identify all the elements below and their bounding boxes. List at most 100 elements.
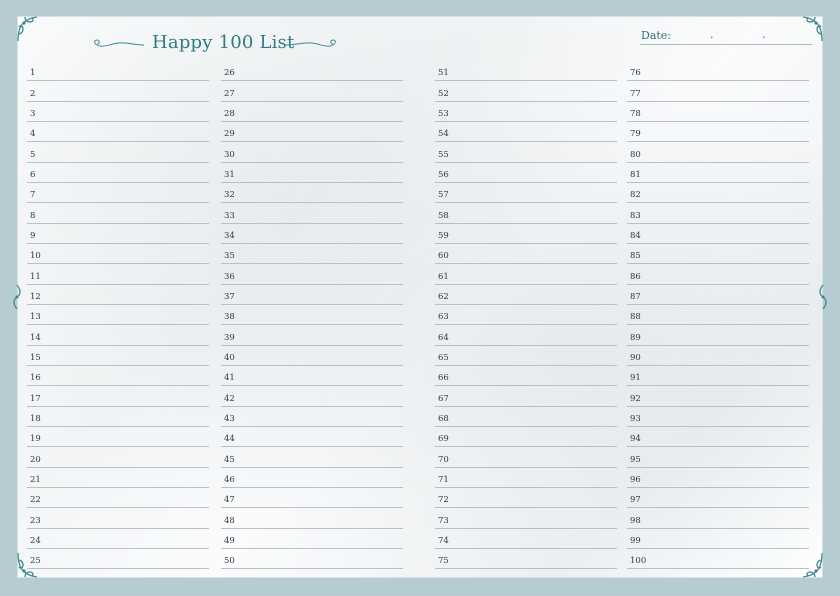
list-entry[interactable]: 81: [627, 163, 809, 183]
date-field[interactable]: Date: . .: [640, 28, 812, 47]
list-entry[interactable]: 78: [627, 102, 809, 122]
list-entry[interactable]: 85: [627, 244, 809, 265]
list-entry[interactable]: 93: [627, 407, 809, 427]
list-entry[interactable]: 99: [627, 529, 809, 549]
list-entry[interactable]: 10: [27, 244, 209, 265]
list-entry[interactable]: 64: [435, 325, 617, 346]
list-entry[interactable]: 33: [221, 203, 403, 224]
list-entry[interactable]: 13: [27, 305, 209, 326]
list-entry[interactable]: 59: [435, 224, 617, 244]
list-entry[interactable]: 32: [221, 183, 403, 204]
list-entry[interactable]: 22: [27, 488, 209, 509]
list-entry[interactable]: 3: [27, 102, 209, 122]
list-entry[interactable]: 14: [27, 325, 209, 346]
list-entry[interactable]: 76: [627, 61, 809, 82]
list-entry[interactable]: 79: [627, 122, 809, 143]
list-entry[interactable]: 38: [221, 305, 403, 326]
list-entry[interactable]: 15: [27, 346, 209, 366]
list-entry[interactable]: 68: [435, 407, 617, 427]
list-entry[interactable]: 54: [435, 122, 617, 143]
list-entry[interactable]: 6: [27, 163, 209, 183]
list-entry[interactable]: 98: [627, 508, 809, 529]
list-entry[interactable]: 92: [627, 386, 809, 407]
list-entry[interactable]: 57: [435, 183, 617, 204]
list-entry[interactable]: 62: [435, 285, 617, 305]
list-entry[interactable]: 52: [435, 81, 617, 102]
list-entry[interactable]: 5: [27, 142, 209, 163]
list-entry[interactable]: 65: [435, 346, 617, 366]
list-entry[interactable]: 37: [221, 285, 403, 305]
list-entry[interactable]: 12: [27, 285, 209, 305]
list-entry[interactable]: 51: [435, 61, 617, 82]
list-entry[interactable]: 89: [627, 325, 809, 346]
list-entry[interactable]: 17: [27, 386, 209, 407]
list-entry[interactable]: 72: [435, 488, 617, 509]
list-entry[interactable]: 53: [435, 102, 617, 122]
list-entry[interactable]: 50: [221, 549, 403, 570]
list-entry[interactable]: 69: [435, 427, 617, 448]
list-entry[interactable]: 42: [221, 386, 403, 407]
list-entry[interactable]: 74: [435, 529, 617, 549]
list-entry[interactable]: 41: [221, 366, 403, 387]
list-entry[interactable]: 70: [435, 447, 617, 468]
list-entry[interactable]: 56: [435, 163, 617, 183]
list-entry[interactable]: 7: [27, 183, 209, 204]
list-entry[interactable]: 94: [627, 427, 809, 448]
list-entry[interactable]: 60: [435, 244, 617, 265]
list-entry[interactable]: 66: [435, 366, 617, 387]
list-entry[interactable]: 49: [221, 529, 403, 549]
list-entry[interactable]: 21: [27, 468, 209, 488]
list-entry[interactable]: 19: [27, 427, 209, 448]
list-entry[interactable]: 67: [435, 386, 617, 407]
list-entry[interactable]: 84: [627, 224, 809, 244]
list-entry[interactable]: 27: [221, 81, 403, 102]
list-entry[interactable]: 90: [627, 346, 809, 366]
list-entry[interactable]: 97: [627, 488, 809, 509]
list-entry[interactable]: 61: [435, 264, 617, 285]
list-entry[interactable]: 9: [27, 224, 209, 244]
list-entry[interactable]: 30: [221, 142, 403, 163]
list-entry[interactable]: 24: [27, 529, 209, 549]
list-entry[interactable]: 2: [27, 81, 209, 102]
list-entry[interactable]: 23: [27, 508, 209, 529]
list-entry[interactable]: 40: [221, 346, 403, 366]
list-entry[interactable]: 11: [27, 264, 209, 285]
list-entry[interactable]: 96: [627, 468, 809, 488]
list-entry[interactable]: 55: [435, 142, 617, 163]
list-entry[interactable]: 18: [27, 407, 209, 427]
list-entry[interactable]: 36: [221, 264, 403, 285]
list-entry[interactable]: 46: [221, 468, 403, 488]
list-entry[interactable]: 82: [627, 183, 809, 204]
list-entry[interactable]: 86: [627, 264, 809, 285]
list-entry[interactable]: 28: [221, 102, 403, 122]
list-entry[interactable]: 47: [221, 488, 403, 509]
list-entry[interactable]: 80: [627, 142, 809, 163]
list-entry[interactable]: 4: [27, 122, 209, 143]
list-entry[interactable]: 63: [435, 305, 617, 326]
list-entry[interactable]: 77: [627, 81, 809, 102]
list-entry[interactable]: 91: [627, 366, 809, 387]
list-entry[interactable]: 58: [435, 203, 617, 224]
list-entry[interactable]: 71: [435, 468, 617, 488]
list-entry[interactable]: 44: [221, 427, 403, 448]
list-entry[interactable]: 83: [627, 203, 809, 224]
list-entry[interactable]: 26: [221, 61, 403, 82]
list-entry[interactable]: 16: [27, 366, 209, 387]
list-entry[interactable]: 25: [27, 549, 209, 570]
list-entry[interactable]: 35: [221, 244, 403, 265]
list-entry[interactable]: 34: [221, 224, 403, 244]
list-entry[interactable]: 100: [627, 549, 809, 570]
list-entry[interactable]: 73: [435, 508, 617, 529]
list-entry[interactable]: 45: [221, 447, 403, 468]
list-entry[interactable]: 43: [221, 407, 403, 427]
list-entry[interactable]: 31: [221, 163, 403, 183]
list-entry[interactable]: 88: [627, 305, 809, 326]
list-entry[interactable]: 95: [627, 447, 809, 468]
list-entry[interactable]: 75: [435, 549, 617, 570]
list-entry[interactable]: 48: [221, 508, 403, 529]
list-entry[interactable]: 1: [27, 61, 209, 82]
list-entry[interactable]: 87: [627, 285, 809, 305]
list-entry[interactable]: 39: [221, 325, 403, 346]
list-entry[interactable]: 8: [27, 203, 209, 224]
list-entry[interactable]: 29: [221, 122, 403, 143]
